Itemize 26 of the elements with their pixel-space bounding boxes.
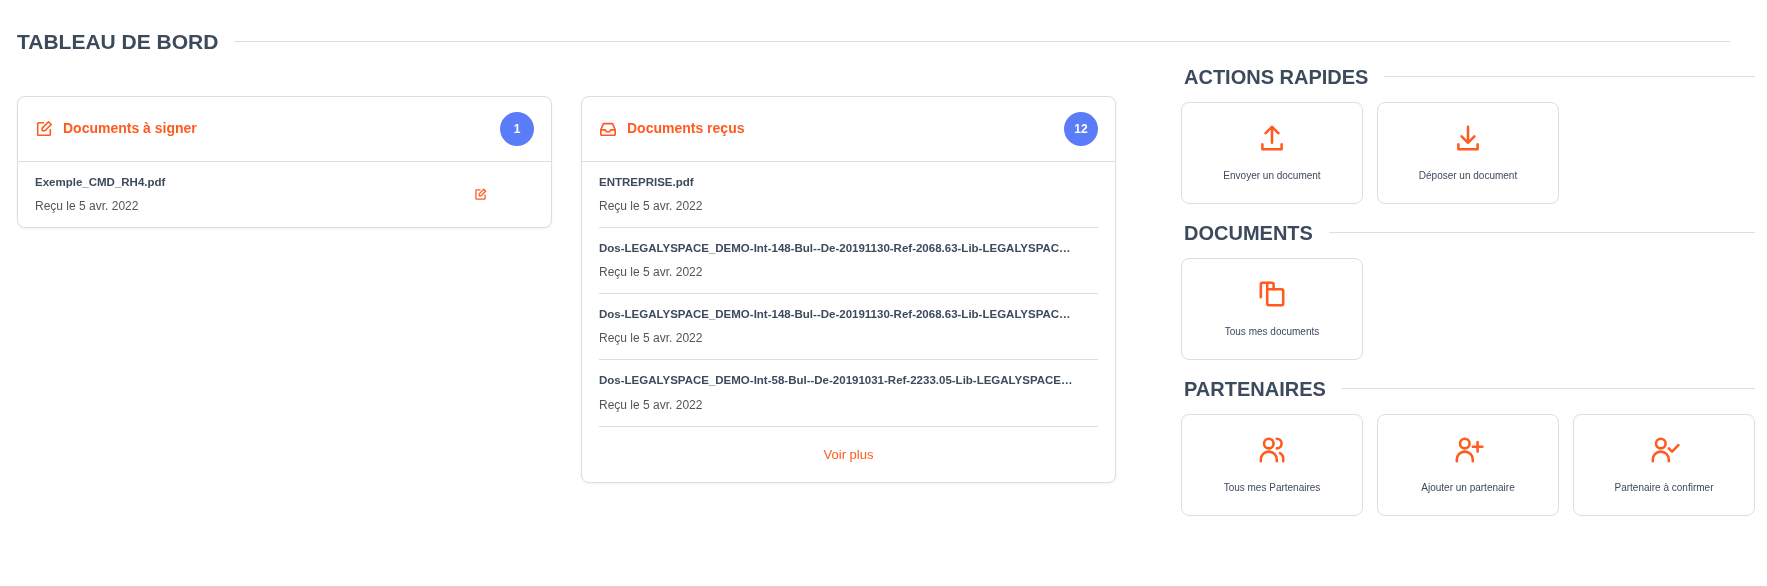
received-date: Reçu le 5 avr. 2022 (599, 396, 704, 414)
card-title: Documents à signer (63, 119, 197, 138)
edit-icon (35, 119, 53, 138)
file-name[interactable]: Exemple_CMD_RH4.pdf (35, 173, 474, 191)
section-heading: DOCUMENTS (1184, 220, 1313, 246)
count-badge: 1 (500, 111, 534, 146)
file-name[interactable]: Dos-LEGALYSPACE_DEMO-Int-58-Bul--De-20191031-Ref-2233.05-Lib-LEGALYSPACE… (599, 372, 1098, 390)
action-tile[interactable]: Déposer un document (1377, 101, 1559, 204)
section-heading: PARTENAIRES (1184, 376, 1326, 402)
section-heading: ACTIONS RAPIDES (1184, 64, 1369, 90)
file-name[interactable]: ENTREPRISE.pdf (599, 173, 1098, 191)
file-name[interactable]: Dos-LEGALYSPACE_DEMO-Int-148-Bul--De-20191130-Ref-2068.63-Lib-LEGALYSPAC… (599, 239, 1098, 257)
received-date: Reçu le 5 avr. 2022 (599, 197, 704, 215)
received-date: Reçu le 5 avr. 2022 (599, 264, 704, 281)
file-name[interactable]: Dos-LEGALYSPACE_DEMO-Int-148-Bul--De-20191130-Ref-2068.63-Lib-LEGALYSPAC… (599, 306, 1098, 324)
edit-icon[interactable] (474, 187, 487, 201)
page-title: TABLEAU DE BORD (17, 29, 219, 55)
action-tile[interactable]: Tous mes Partenaires (1181, 413, 1363, 516)
action-tile[interactable]: Ajouter un partenaire (1377, 413, 1559, 516)
received-date: Reçu le 5 avr. 2022 (35, 197, 140, 215)
action-tile[interactable]: Partenaire à confirmer (1573, 413, 1755, 516)
action-tile[interactable]: Envoyer un document (1181, 101, 1363, 204)
card-title: Documents reçus (627, 119, 745, 138)
count-badge: 12 (1064, 111, 1098, 146)
received-date: Reçu le 5 avr. 2022 (599, 330, 704, 348)
action-tile[interactable]: Tous mes documents (1181, 257, 1363, 360)
